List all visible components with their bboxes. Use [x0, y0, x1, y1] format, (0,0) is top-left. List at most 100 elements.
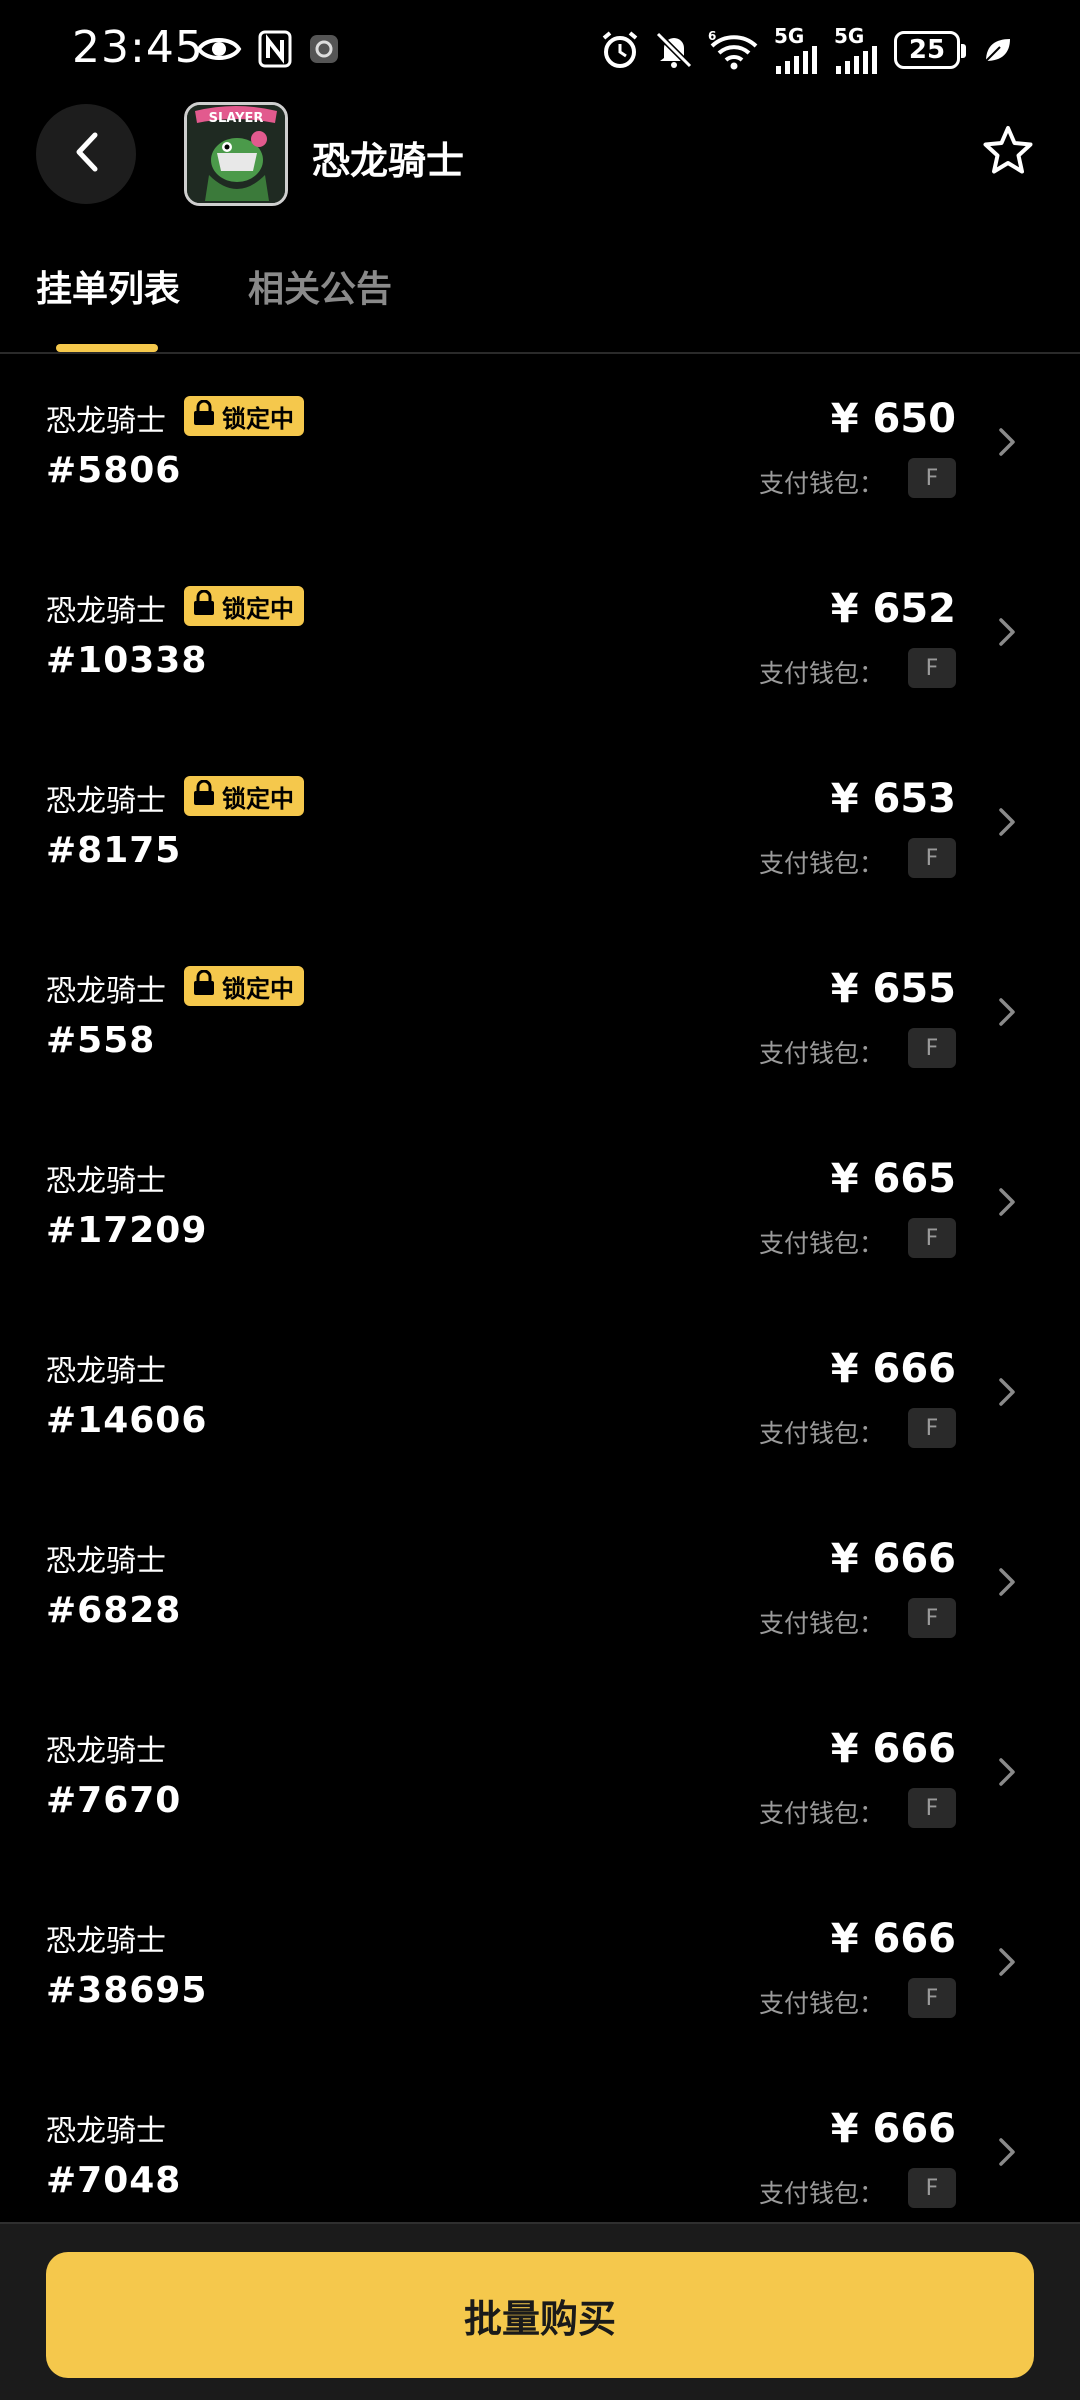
wallet-label: 支付钱包： [758, 469, 884, 498]
item-price: ¥ 666 [830, 1916, 956, 1962]
item-id: #7670 [46, 1780, 182, 1821]
tab-bar: 挂单列表 相关公告 [0, 250, 1080, 354]
listing-row[interactable]: 恐龙骑士 锁定中 #5806 ¥ 650 支付钱包： F [0, 354, 1080, 544]
listing-row[interactable]: 恐龙骑士 #14606 ¥ 666 支付钱包： F [0, 1304, 1080, 1494]
item-name: 恐龙骑士 [46, 784, 166, 819]
item-price: ¥ 655 [830, 966, 956, 1012]
listing-list: 恐龙骑士 锁定中 #5806 ¥ 650 支付钱包： F 恐龙骑士 锁定中 #1… [0, 354, 1080, 2254]
chevron-right-icon [992, 804, 1022, 840]
nfc-icon [258, 30, 292, 68]
page-title: 恐龙骑士 [312, 139, 465, 183]
item-id: #8175 [46, 830, 182, 871]
listing-row[interactable]: 恐龙骑士 #6828 ¥ 666 支付钱包： F [0, 1494, 1080, 1684]
tab-listings[interactable]: 挂单列表 [36, 260, 180, 312]
signal-icon: 5G [834, 26, 880, 74]
chevron-right-icon [992, 1374, 1022, 1410]
chevron-right-icon [992, 2134, 1022, 2170]
item-price: ¥ 665 [830, 1156, 956, 1202]
mute-icon [654, 30, 694, 70]
item-price: ¥ 666 [830, 1346, 956, 1392]
wifi-icon: 6 [708, 30, 760, 70]
status-bar: 23:45 6 5G 5G 25 [0, 0, 1080, 100]
item-id: #17209 [46, 1210, 208, 1251]
wallet-badge: F [908, 1788, 956, 1828]
wallet-badge: F [908, 1218, 956, 1258]
locked-label: 锁定中 [222, 594, 294, 623]
item-id: #558 [46, 1020, 156, 1061]
listing-row[interactable]: 恐龙骑士 锁定中 #8175 ¥ 653 支付钱包： F [0, 734, 1080, 924]
active-tab-indicator [56, 344, 158, 352]
wallet-badge: F [908, 1408, 956, 1448]
signal-icon: 5G [774, 26, 820, 74]
locked-badge: 锁定中 [184, 776, 304, 816]
item-price: ¥ 652 [830, 586, 956, 632]
item-name: 恐龙骑士 [46, 404, 166, 439]
chevron-right-icon [992, 1184, 1022, 1220]
item-price: ¥ 650 [830, 396, 956, 442]
status-right-icons: 6 5G 5G 25 [600, 26, 1012, 74]
item-price: ¥ 666 [830, 1726, 956, 1772]
star-outline-icon [982, 125, 1034, 179]
bulk-buy-button[interactable]: 批量购买 [46, 2252, 1034, 2378]
wallet-badge: F [908, 458, 956, 498]
lock-icon [192, 399, 216, 432]
wallet-badge: F [908, 2168, 956, 2208]
wallet-label: 支付钱包： [758, 2179, 884, 2208]
locked-badge: 锁定中 [184, 586, 304, 626]
item-name: 恐龙骑士 [46, 1164, 166, 1199]
lock-icon [192, 779, 216, 812]
clock: 23:45 [72, 22, 204, 73]
wallet-label: 支付钱包： [758, 1419, 884, 1448]
battery-icon: 25 [894, 31, 966, 69]
lock-icon [192, 969, 216, 1002]
chevron-right-icon [992, 1754, 1022, 1790]
wallet-label: 支付钱包： [758, 1799, 884, 1828]
app-icon [308, 33, 340, 65]
eye-icon [196, 32, 242, 66]
wallet-badge: F [908, 1978, 956, 2018]
chevron-right-icon [992, 1564, 1022, 1600]
bottom-action-bar: 批量购买 [0, 2222, 1080, 2400]
item-id: #14606 [46, 1400, 208, 1441]
favorite-button[interactable] [978, 122, 1038, 182]
wallet-label: 支付钱包： [758, 849, 884, 878]
tab-announcements[interactable]: 相关公告 [248, 260, 392, 312]
item-id: #5806 [46, 450, 182, 491]
locked-badge: 锁定中 [184, 396, 304, 436]
wallet-label: 支付钱包： [758, 1039, 884, 1068]
item-name: 恐龙骑士 [46, 594, 166, 629]
item-id: #6828 [46, 1590, 182, 1631]
chevron-right-icon [992, 614, 1022, 650]
wallet-badge: F [908, 1028, 956, 1068]
wallet-badge: F [908, 838, 956, 878]
item-price: ¥ 666 [830, 1536, 956, 1582]
alarm-icon [600, 30, 640, 70]
item-name: 恐龙骑士 [46, 974, 166, 1009]
item-name: 恐龙骑士 [46, 1734, 166, 1769]
item-price: ¥ 653 [830, 776, 956, 822]
wallet-label: 支付钱包： [758, 1989, 884, 2018]
locked-badge: 锁定中 [184, 966, 304, 1006]
chevron-right-icon [992, 424, 1022, 460]
item-id: #10338 [46, 640, 208, 681]
item-id: #38695 [46, 1970, 208, 2011]
item-name: 恐龙骑士 [46, 1924, 166, 1959]
locked-label: 锁定中 [222, 784, 294, 813]
listing-row[interactable]: 恐龙骑士 #17209 ¥ 665 支付钱包： F [0, 1114, 1080, 1304]
listing-row[interactable]: 恐龙骑士 锁定中 #10338 ¥ 652 支付钱包： F [0, 544, 1080, 734]
wallet-label: 支付钱包： [758, 1229, 884, 1258]
wallet-badge: F [908, 648, 956, 688]
item-name: 恐龙骑士 [46, 2114, 166, 2149]
dinosaur-knight-thumbnail: SLAYER [187, 105, 285, 203]
wallet-label: 支付钱包： [758, 1609, 884, 1638]
leaf-icon [982, 35, 1012, 65]
svg-text:6: 6 [708, 30, 716, 43]
listing-row[interactable]: 恐龙骑士 #7670 ¥ 666 支付钱包： F [0, 1684, 1080, 1874]
listing-row[interactable]: 恐龙骑士 #38695 ¥ 666 支付钱包： F [0, 1874, 1080, 2064]
collection-avatar[interactable]: SLAYER [184, 102, 288, 206]
back-button[interactable] [36, 104, 136, 204]
wallet-badge: F [908, 1598, 956, 1638]
listing-row[interactable]: 恐龙骑士 锁定中 #558 ¥ 655 支付钱包： F [0, 924, 1080, 1114]
status-left-icons [196, 30, 340, 68]
locked-label: 锁定中 [222, 974, 294, 1003]
